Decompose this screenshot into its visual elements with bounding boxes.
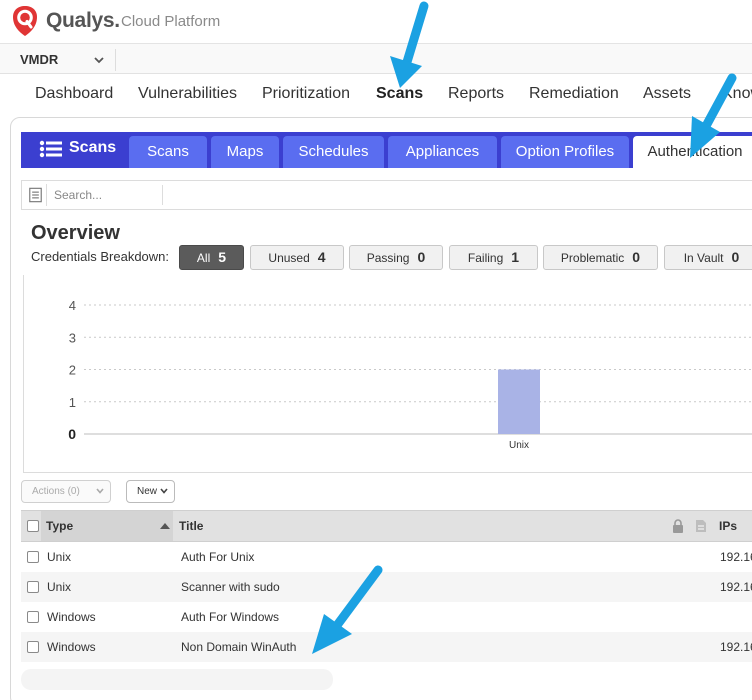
brand-name: Qualys. [46, 9, 120, 32]
tab-maps[interactable]: Maps [211, 136, 279, 168]
annotation-arrow-scans [390, 1, 429, 88]
module-bar: VMDR [0, 44, 752, 74]
nav-item-vulnerabilities[interactable]: Vulnerabilities [138, 85, 237, 103]
filter-in-vault-label: In Vault [683, 251, 724, 265]
filter-problematic-label: Problematic [560, 251, 625, 265]
row-checkbox[interactable] [27, 641, 39, 653]
row-ips: 192.168 [720, 580, 752, 594]
column-header-title[interactable]: Title [179, 511, 203, 541]
row-ips: 192.168 [720, 550, 752, 564]
filter-in-vault[interactable]: In Vault 0 [664, 245, 752, 270]
row-checkbox[interactable] [27, 611, 39, 623]
filter-unused-label: Unused [268, 251, 310, 265]
table-header: Type Title IPs [21, 510, 752, 542]
horizontal-scrollbar[interactable] [21, 669, 333, 690]
column-header-type[interactable]: Type [46, 511, 73, 541]
filter-all[interactable]: All 5 [179, 245, 244, 270]
chart-bar-unix[interactable] [498, 369, 540, 435]
row-ips: 192.168 [720, 640, 752, 654]
chevron-down-icon [160, 488, 168, 494]
actions-dropdown[interactable]: Actions (0) [21, 480, 111, 503]
nav-item-dashboard[interactable]: Dashboard [35, 85, 113, 103]
row-title[interactable]: Auth For Windows [181, 602, 279, 632]
chevron-down-icon [94, 57, 104, 64]
row-title[interactable]: Scanner with sudo [181, 572, 280, 602]
y-tick-label: 2 [69, 363, 76, 378]
filter-passing-label: Passing [366, 251, 410, 265]
column-header-ips[interactable]: IPs [719, 511, 737, 541]
search-bar [21, 180, 752, 210]
row-title[interactable]: Non Domain WinAuth [181, 632, 296, 662]
module-selector-label: VMDR [20, 52, 59, 67]
filter-all-label: All [196, 251, 211, 265]
y-tick-label: 4 [69, 298, 76, 313]
app-root: Qualys. Cloud Platform VMDR Dashboard Vu… [0, 0, 752, 700]
new-dropdown[interactable]: New [126, 480, 175, 503]
scans-subnav: Scans Scans Maps Schedules Appliances Op… [21, 132, 752, 168]
subnav-brand-label: Scans [69, 139, 117, 156]
menu-list-icon [39, 140, 62, 158]
chevron-down-icon [96, 488, 104, 494]
y-tick-label: 1 [69, 395, 76, 410]
search-input[interactable] [54, 185, 154, 205]
row-type: Windows [47, 610, 96, 624]
filter-passing-count: 0 [417, 249, 426, 265]
filter-failing[interactable]: Failing 1 [449, 245, 538, 270]
search-divider [162, 185, 163, 205]
y-tick-label: 3 [69, 330, 76, 345]
filter-failing-count: 1 [511, 249, 520, 265]
row-type: Unix [47, 580, 72, 594]
select-all-checkbox[interactable] [27, 520, 39, 532]
main-nav: Dashboard Vulnerabilities Prioritization… [0, 74, 752, 116]
annotation-arrow-authentication [690, 73, 737, 158]
lock-icon [673, 519, 683, 533]
brand-subtitle: Cloud Platform [121, 13, 221, 30]
filter-problematic-count: 0 [632, 249, 641, 265]
row-checkbox[interactable] [27, 581, 39, 593]
sort-ascending-icon[interactable] [160, 523, 170, 529]
tab-scans[interactable]: Scans [129, 136, 207, 168]
new-dropdown-label: New [137, 486, 158, 497]
tab-schedules[interactable]: Schedules [283, 136, 384, 168]
top-header: Qualys. Cloud Platform [0, 0, 752, 44]
x-tick-label: Unix [509, 440, 529, 451]
module-selector[interactable]: VMDR [8, 49, 116, 71]
tab-option-profiles[interactable]: Option Profiles [501, 136, 629, 168]
tab-appliances[interactable]: Appliances [388, 136, 497, 168]
nav-item-prioritization[interactable]: Prioritization [262, 85, 350, 103]
overview-title: Overview [31, 222, 120, 244]
nav-item-remediation[interactable]: Remediation [529, 85, 619, 103]
row-type: Windows [47, 640, 96, 654]
row-type: Unix [47, 550, 72, 564]
credentials-chart: 0 1 2 3 4 Unix [23, 275, 752, 473]
filter-unused-count: 4 [317, 249, 326, 265]
credentials-bar-chart: 0 1 2 3 4 Unix [68, 298, 752, 451]
document-icon [696, 520, 706, 532]
credentials-breakdown-label: Credentials Breakdown: [31, 249, 170, 264]
filter-problematic[interactable]: Problematic 0 [543, 245, 658, 270]
table-toolbar: Actions (0) New [21, 480, 752, 506]
annotation-arrow-non-domain-winauth [312, 565, 383, 654]
filter-passing[interactable]: Passing 0 [349, 245, 443, 270]
filter-unused[interactable]: Unused 4 [250, 245, 344, 270]
row-title[interactable]: Auth For Unix [181, 542, 254, 572]
nav-item-reports[interactable]: Reports [448, 85, 504, 103]
filter-in-vault-count: 0 [731, 249, 740, 265]
qualys-shield-logo-icon [13, 6, 37, 36]
y-tick-label: 0 [68, 426, 76, 442]
filter-failing-label: Failing [467, 251, 504, 265]
list-view-icon[interactable] [25, 184, 47, 206]
actions-dropdown-label: Actions (0) [32, 486, 80, 497]
row-checkbox[interactable] [27, 551, 39, 563]
filter-all-count: 5 [218, 249, 227, 265]
